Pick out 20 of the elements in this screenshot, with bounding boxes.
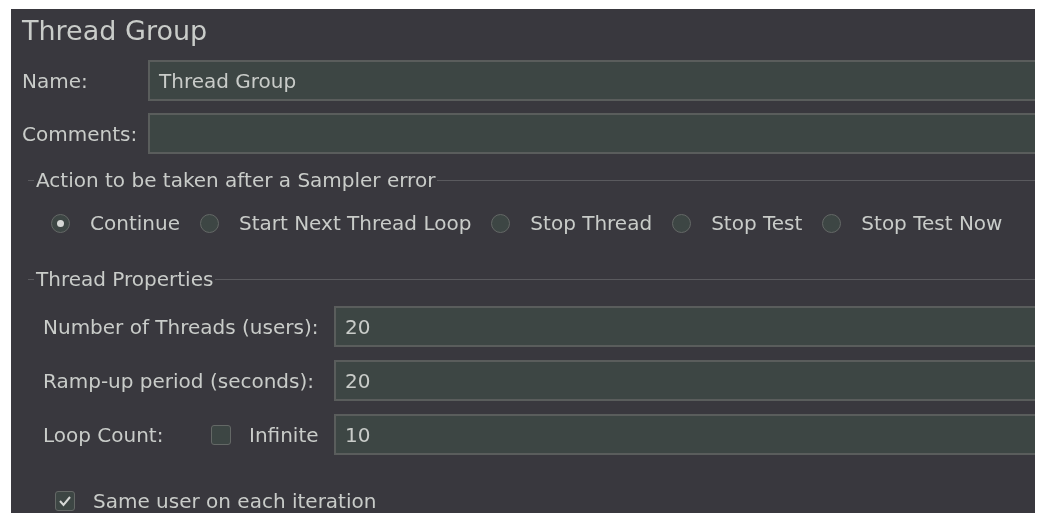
number-field[interactable]: 10	[334, 414, 1035, 455]
field-label: Loop Count:	[43, 422, 165, 447]
radio-option[interactable]: Stop Test Now	[822, 211, 1003, 235]
field-label: Number of Threads (users):	[43, 314, 320, 339]
radio-option[interactable]: Start Next Thread Loop	[199, 211, 472, 235]
name-label: Name:	[21, 68, 89, 93]
number-field[interactable]: 20	[334, 360, 1035, 401]
field-label: Ramp-up period (seconds):	[43, 368, 315, 393]
name-field[interactable]: Thread Group	[148, 60, 1035, 101]
radio-option[interactable]: Continue	[51, 211, 180, 235]
panel-title: Thread Group	[21, 14, 208, 44]
number-field[interactable]: 20	[334, 306, 1035, 347]
radio-option[interactable]: Stop Test	[672, 211, 803, 235]
infinite-checkbox[interactable]: Infinite	[211, 422, 319, 447]
comments-label: Comments:	[21, 121, 139, 146]
same-user-checkbox[interactable]: Same user on each iteration	[55, 489, 377, 513]
section-title: Thread Properties	[35, 267, 215, 291]
comments-field[interactable]	[148, 113, 1035, 154]
section-title: Action to be taken after a Sampler error	[35, 168, 437, 192]
radio-option[interactable]: Stop Thread	[491, 211, 653, 235]
